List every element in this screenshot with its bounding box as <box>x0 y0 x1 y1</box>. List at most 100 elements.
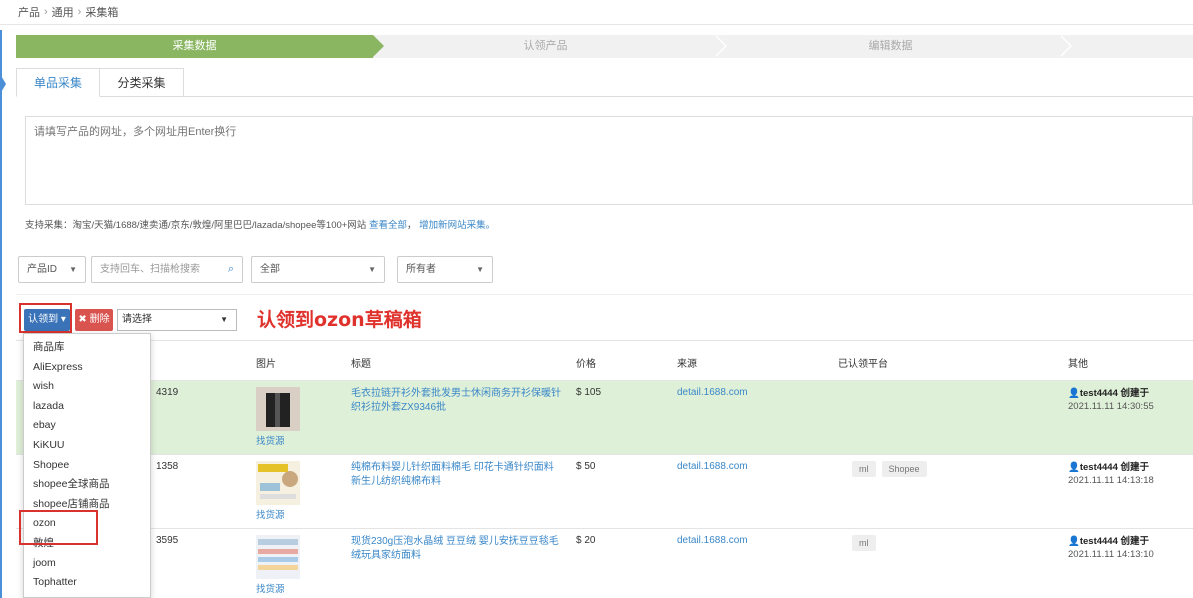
product-image[interactable] <box>256 535 300 579</box>
col-header-platforms: 已认领平台 <box>838 359 888 370</box>
col-header-other: 其他 <box>1068 359 1088 370</box>
find-source-link[interactable]: 找货源 <box>256 507 285 521</box>
user-icon: 👤 <box>1068 388 1080 399</box>
product-id-select[interactable]: 产品ID ▼ <box>18 256 86 283</box>
breadcrumb-item-general[interactable]: 通用 <box>52 4 74 20</box>
close-icon: ✖ <box>78 314 87 325</box>
step-claim-product: 认领产品 <box>373 35 718 58</box>
breadcrumb: 产品 › 通用 › 采集箱 <box>18 4 118 20</box>
creator-info: 👤test4444 创建于 2021.11.11 14:30:55 <box>1068 387 1154 413</box>
created-time: 2021.11.11 14:30:55 <box>1068 401 1154 412</box>
menu-item-joom[interactable]: joom <box>24 554 150 574</box>
view-all-link[interactable]: 查看全部 <box>369 220 407 231</box>
product-id-select-value: 产品ID <box>27 264 57 275</box>
product-title-link[interactable]: 现货230g压泡水晶绒 豆豆绒 婴儿安抚豆豆毯毛绒玩具家纺面料 <box>351 535 565 563</box>
chevron-down-icon: ▼ <box>368 265 376 274</box>
user-icon: 👤 <box>1068 536 1080 547</box>
table-row[interactable]: 3595 找货源 现货230g压泡水晶绒 豆豆绒 婴儿安抚豆豆毯毛绒玩具家纺面料… <box>16 529 1193 598</box>
col-header-image: 图片 <box>256 359 276 370</box>
created-label: 创建于 <box>1120 536 1150 547</box>
created-label: 创建于 <box>1120 462 1150 473</box>
annotation-text: 认领到ozon草稿箱 <box>257 309 422 331</box>
col-header-title: 标题 <box>351 359 371 370</box>
platform-badge: ml <box>852 535 876 551</box>
menu-item-ebay[interactable]: ebay <box>24 416 150 436</box>
claim-to-dropdown-menu: 商品库 AliExpress wish lazada ebay KiKUU Sh… <box>23 333 151 598</box>
owner-select[interactable]: 所有者 ▼ <box>397 256 493 283</box>
owner-select-value: 所有者 <box>406 264 436 275</box>
creator-info: 👤test4444 创建于 2021.11.11 14:13:18 <box>1068 461 1154 487</box>
find-source-link[interactable]: 找货源 <box>256 581 285 595</box>
product-id: 1358 <box>156 461 179 472</box>
filter-divider <box>16 294 1193 295</box>
product-source-link[interactable]: detail.1688.com <box>677 461 748 472</box>
product-title-link[interactable]: 纯棉布料婴儿针织面料棉毛 印花卡通针织面料 新生儿纺织纯棉布料 <box>351 461 565 489</box>
product-title-link[interactable]: 毛衣拉链开衫外套批发男士休闲商务开衫保暖针织衫拉外套ZX9346批 <box>351 387 565 415</box>
status-select-value: 全部 <box>260 264 280 275</box>
product-source-link[interactable]: detail.1688.com <box>677 387 748 398</box>
support-sites-text: 支持采集：淘宝/天猫/1688/速卖通/京东/敦煌/阿里巴巴/lazada/sh… <box>25 220 496 231</box>
tab-single-collect[interactable]: 单品采集 <box>16 68 100 97</box>
created-label: 创建于 <box>1120 388 1150 399</box>
table-row[interactable]: 4319 找货源 毛衣拉链开衫外套批发男士休闲商务开衫保暖针织衫拉外套ZX934… <box>16 381 1193 455</box>
created-time: 2021.11.11 14:13:18 <box>1068 475 1154 486</box>
user-icon: 👤 <box>1068 462 1080 473</box>
step-progress: 采集数据 认领产品 编辑数据 <box>16 35 1193 58</box>
chevron-down-icon: ▼ <box>220 315 228 324</box>
created-time: 2021.11.11 14:13:10 <box>1068 549 1154 560</box>
table-row[interactable]: 1358 找货源 纯棉布料婴儿针织面料棉毛 印花卡通针织面料 新生儿纺织纯棉布料… <box>16 455 1193 529</box>
batch-select[interactable]: 请选择 ▼ <box>117 309 237 331</box>
search-placeholder: 支持回车、扫描枪搜索 <box>100 264 200 275</box>
search-input[interactable]: 支持回车、扫描枪搜索 ⌕ <box>91 256 243 283</box>
breadcrumb-item-product[interactable]: 产品 <box>18 4 40 20</box>
product-price: $ 50 <box>576 461 596 472</box>
url-input[interactable] <box>25 116 1193 205</box>
menu-item-tophatter[interactable]: Tophatter <box>24 573 150 593</box>
delete-label: 删除 <box>89 314 110 325</box>
product-id: 3595 <box>156 535 179 546</box>
col-header-source: 来源 <box>677 359 697 370</box>
chevron-down-icon: ▼ <box>476 265 484 274</box>
product-source-link[interactable]: detail.1688.com <box>677 535 748 546</box>
col-header-price: 价格 <box>576 359 596 370</box>
collect-tabs: 单品采集 分类采集 <box>16 68 1193 97</box>
step-collect-data: 采集数据 <box>16 35 384 58</box>
menu-item-lazada[interactable]: lazada <box>24 397 150 417</box>
delete-button[interactable]: ✖ 删除 <box>75 309 113 331</box>
breadcrumb-separator: › <box>77 6 82 18</box>
creator-info: 👤test4444 创建于 2021.11.11 14:13:10 <box>1068 535 1154 561</box>
menu-item-shopee[interactable]: Shopee <box>24 456 150 476</box>
menu-item-aliexpress[interactable]: AliExpress <box>24 358 150 378</box>
platform-badge: ml <box>852 461 876 477</box>
product-image[interactable] <box>256 461 300 505</box>
claimed-platforms: ml <box>852 535 876 551</box>
support-sites-label: 支持采集：淘宝/天猫/1688/速卖通/京东/敦煌/阿里巴巴/lazada/sh… <box>25 220 367 231</box>
add-site-link[interactable]: 增加新网站采集。 <box>419 220 495 231</box>
status-select[interactable]: 全部 ▼ <box>251 256 385 283</box>
menu-item-product-library[interactable]: 商品库 <box>24 338 150 358</box>
product-price: $ 105 <box>576 387 602 398</box>
creator-name: test4444 <box>1079 462 1118 473</box>
product-price: $ 20 <box>576 535 596 546</box>
find-source-link[interactable]: 找货源 <box>256 433 285 447</box>
claimed-platforms: ml Shopee <box>852 461 927 477</box>
step-chevron-icon <box>1059 35 1070 57</box>
search-icon[interactable]: ⌕ <box>228 257 234 282</box>
left-accent-bar <box>0 30 10 598</box>
batch-select-value: 请选择 <box>122 314 152 325</box>
product-image[interactable] <box>256 387 300 431</box>
step-edit-data: 编辑数据 <box>718 35 1063 58</box>
menu-item-wish[interactable]: wish <box>24 377 150 397</box>
header-divider <box>0 24 1193 25</box>
tab-category-collect[interactable]: 分类采集 <box>100 68 184 97</box>
creator-name: test4444 <box>1079 388 1118 399</box>
platform-badge: Shopee <box>881 461 927 477</box>
menu-item-kikuu[interactable]: KiKUU <box>24 436 150 456</box>
creator-name: test4444 <box>1079 536 1118 547</box>
left-notch-icon <box>0 74 6 94</box>
step-final <box>1063 35 1193 58</box>
breadcrumb-item-collect-box: 采集箱 <box>85 7 119 19</box>
table-header: 图片 标题 价格 来源 已认领平台 其他 <box>16 340 1193 381</box>
menu-item-shopee-global[interactable]: shopee全球商品 <box>24 475 150 495</box>
chevron-down-icon: ▼ <box>69 265 77 274</box>
